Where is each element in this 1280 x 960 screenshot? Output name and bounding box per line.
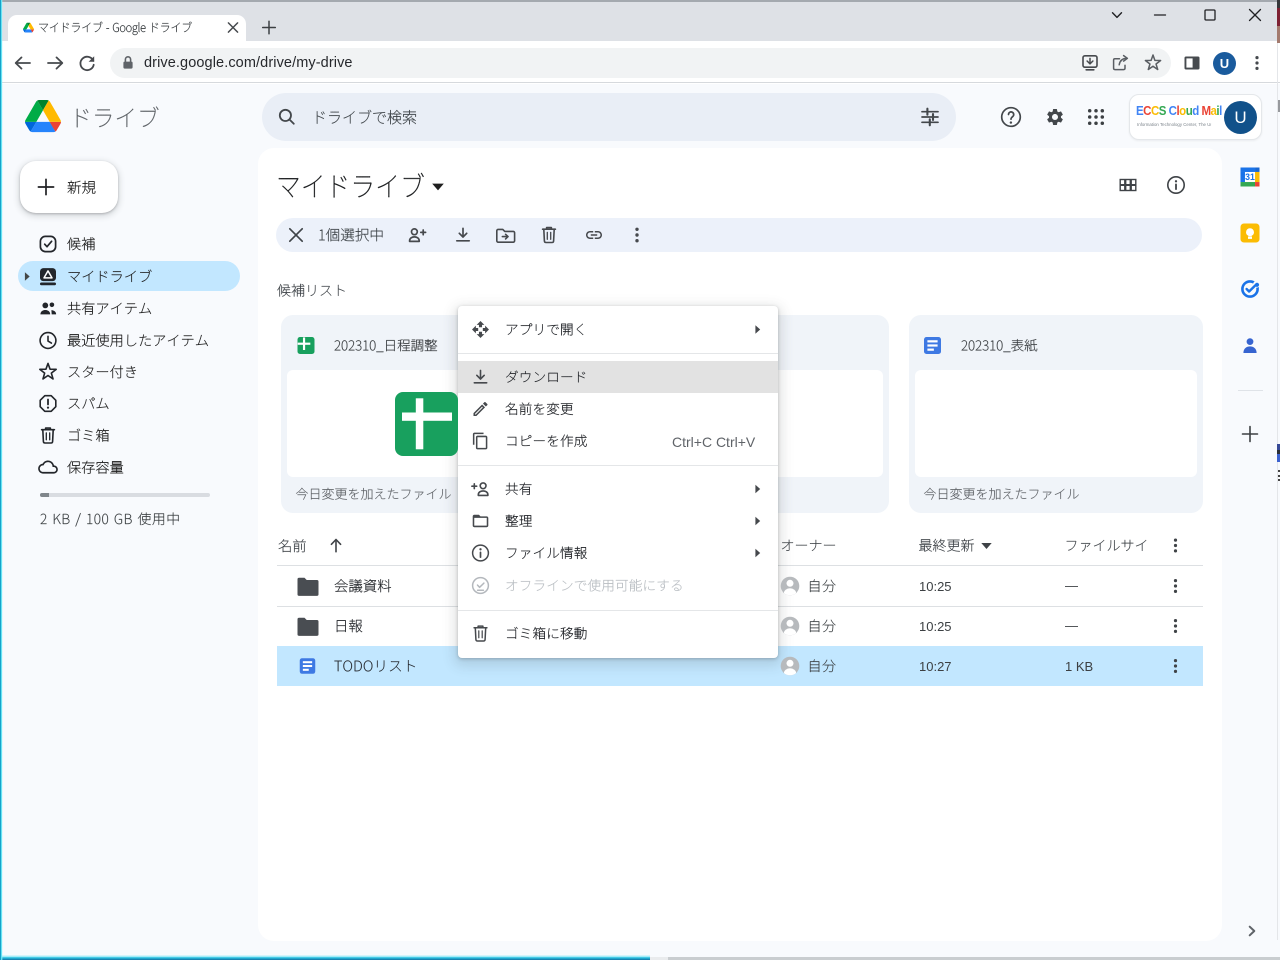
svg-text:31: 31 [1245, 172, 1255, 182]
